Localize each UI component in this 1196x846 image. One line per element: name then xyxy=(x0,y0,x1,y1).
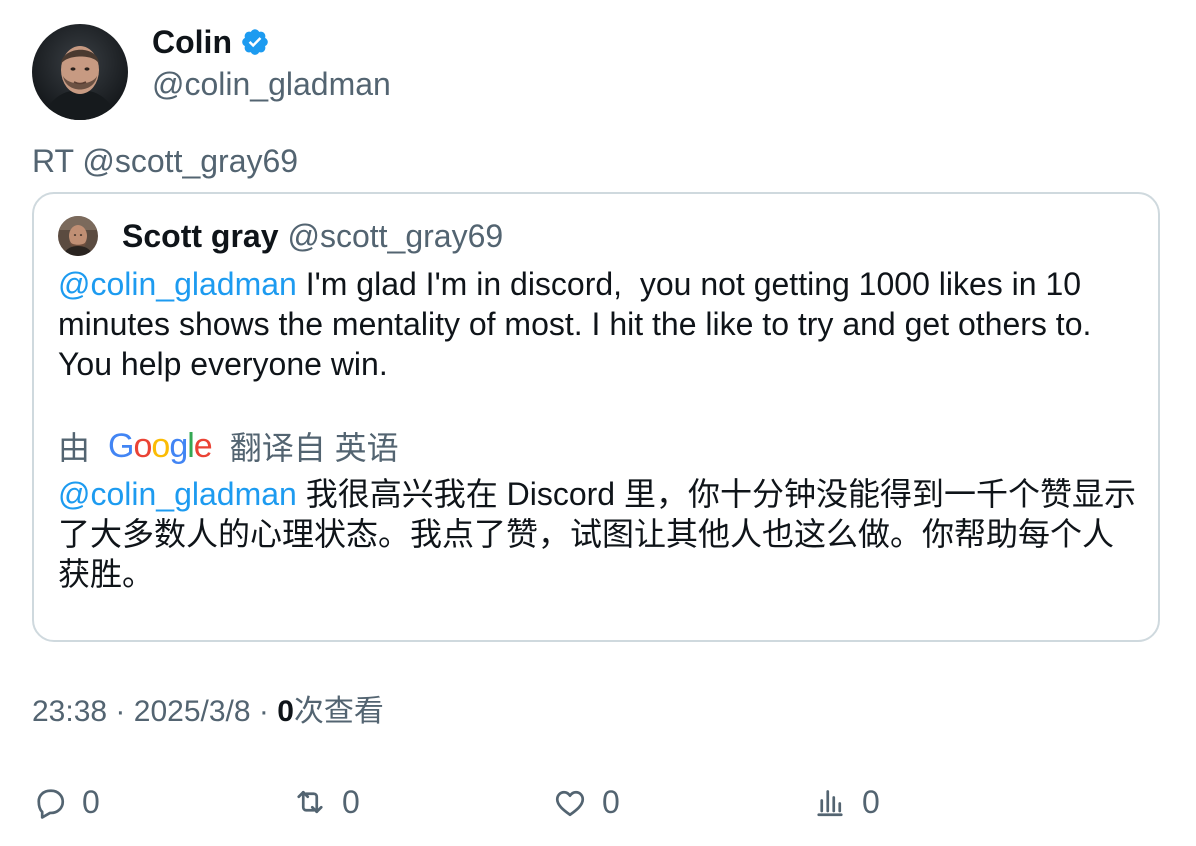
author-handle[interactable]: @colin_gladman xyxy=(152,64,391,104)
quoted-author-display-name[interactable]: Scott gray xyxy=(122,218,278,255)
meta-separator: · xyxy=(115,695,126,728)
heart-icon xyxy=(552,784,588,820)
views-button[interactable]: 0 xyxy=(812,780,880,824)
tweet-meta: 23:38 · 2025/3/8 · 0次查看 xyxy=(32,692,384,732)
translated-mention-link[interactable]: @colin_gladman xyxy=(58,476,297,512)
retweet-line: RT @scott_gray69 xyxy=(32,143,299,179)
reply-icon xyxy=(32,784,68,820)
like-count: 0 xyxy=(602,783,620,820)
translation-prefix: 由 xyxy=(58,430,91,466)
quoted-author-avatar[interactable] xyxy=(58,216,98,256)
reply-button[interactable]: 0 xyxy=(32,780,100,824)
tweet-header: Colin @colin_gladman xyxy=(32,24,391,120)
reply-count: 0 xyxy=(82,783,100,820)
author-avatar[interactable] xyxy=(32,24,128,120)
meta-separator-2: · xyxy=(258,695,269,728)
tweet-date[interactable]: 2025/3/8 xyxy=(134,695,251,728)
google-logo: Google xyxy=(108,426,213,465)
views-action-count: 0 xyxy=(862,783,880,820)
action-bar: 0 0 0 0 xyxy=(32,780,1132,824)
quoted-tweet-card[interactable]: Scott gray @scott_gray69 @colin_gladman … xyxy=(32,192,1160,642)
quoted-tweet-text: @colin_gladman I'm glad I'm in discord, … xyxy=(58,264,1138,384)
tweet-time[interactable]: 23:38 xyxy=(32,695,107,728)
author-display-name[interactable]: Colin xyxy=(152,24,232,60)
translation-attribution: 由 Google 翻译自 英语 xyxy=(58,424,399,468)
verified-badge-icon[interactable] xyxy=(240,27,270,57)
views-label: 次查看 xyxy=(293,695,384,728)
translation-suffix: 翻译自 英语 xyxy=(229,430,399,466)
views-count: 0 xyxy=(277,695,294,728)
translated-text: @colin_gladman 我很高兴我在 Discord 里，你十分钟没能得到… xyxy=(58,474,1143,594)
retweet-count: 0 xyxy=(342,783,360,820)
quoted-author-handle[interactable]: @scott_gray69 xyxy=(287,218,503,255)
mention-link[interactable]: @colin_gladman xyxy=(58,266,297,302)
analytics-icon xyxy=(812,784,848,820)
retweet-icon xyxy=(292,784,328,820)
like-button[interactable]: 0 xyxy=(552,780,620,824)
retweet-button[interactable]: 0 xyxy=(292,780,360,824)
